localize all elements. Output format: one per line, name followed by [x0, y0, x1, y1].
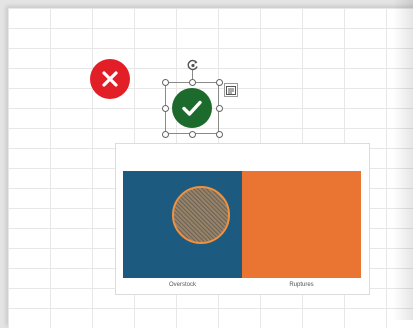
category-label-ruptures: Ruptures: [289, 282, 314, 288]
layout-options-icon: [226, 85, 236, 95]
red-cross-icon[interactable]: [90, 59, 130, 99]
green-check-icon[interactable]: [172, 88, 212, 128]
resize-handle-top[interactable]: [189, 79, 196, 86]
resize-handle-top-right[interactable]: [216, 79, 223, 86]
resize-handle-bottom-left[interactable]: [162, 131, 169, 138]
category-label-overstock: Overstock: [168, 282, 196, 288]
layout-options-button[interactable]: [224, 83, 238, 97]
resize-handle-bottom-right[interactable]: [216, 131, 223, 138]
resize-handle-left[interactable]: [162, 105, 169, 112]
ruptures-block: [242, 171, 361, 278]
resize-handle-right[interactable]: [216, 105, 223, 112]
chart-image[interactable]: Overstock Ruptures: [115, 143, 370, 295]
rotate-handle-icon[interactable]: [186, 58, 200, 72]
resize-handle-bottom[interactable]: [189, 131, 196, 138]
circle-overlay: [172, 186, 230, 244]
resize-handle-top-left[interactable]: [162, 79, 169, 86]
close-icon: [102, 71, 118, 87]
checkmark-icon: [182, 100, 202, 116]
